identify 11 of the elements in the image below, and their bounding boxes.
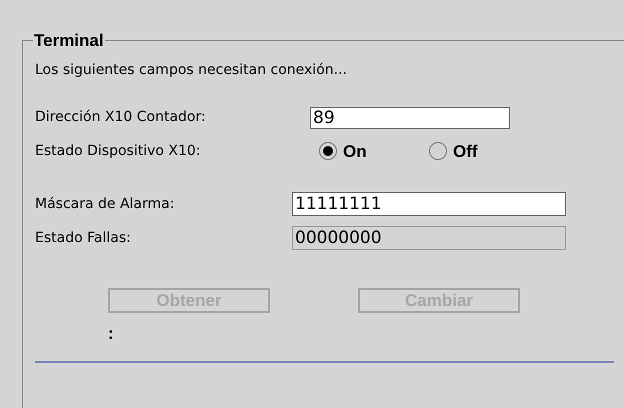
status-text: : <box>107 323 115 345</box>
field-label: Estado Dispositivo X10: <box>35 142 202 161</box>
radio-button[interactable]: Off <box>429 138 501 164</box>
radio-button[interactable]: On <box>319 138 391 164</box>
field-label: Dirección X10 Contador: <box>35 108 207 127</box>
description-text: Los siguientes campos necesitan conexión... <box>35 60 348 80</box>
field-label: Estado Fallas: <box>35 228 132 248</box>
field-label: Máscara de Alarma: <box>35 194 176 214</box>
text-field[interactable]: 11111111 <box>292 192 566 216</box>
group-title: Terminal <box>33 30 105 52</box>
text-field[interactable]: 89 <box>310 106 510 128</box>
